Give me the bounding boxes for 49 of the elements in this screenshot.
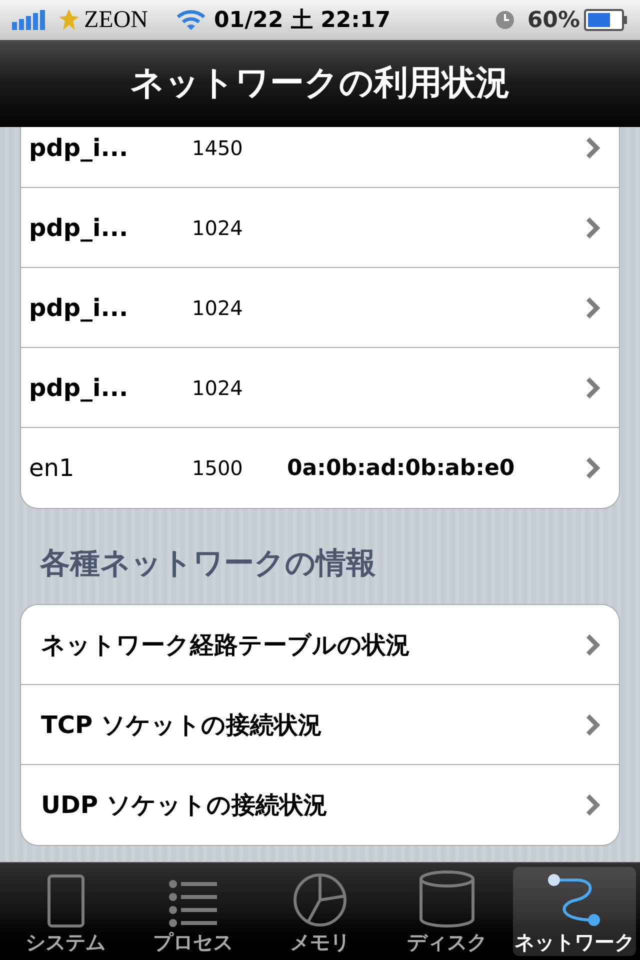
chevron-icon [585,376,601,400]
chevron-icon [585,216,601,240]
row-label: ネットワーク経路テーブルの状況 [41,630,411,660]
cylinder-icon [418,870,476,928]
tab-button[interactable]: メモリ [258,867,382,956]
row-label: TCP ソケットの接続状況 [41,710,323,740]
phone-icon [46,874,86,928]
signal-icon [12,10,46,30]
menu-row[interactable]: UDP ソケットの接続状況 [21,765,619,845]
tab-button[interactable]: ディスク [386,867,509,956]
interface-row[interactable]: pdp_i... 1450 [21,127,619,188]
battery-percent: 60% [527,6,580,34]
mtu-value: 1024 [192,374,244,402]
mtu-value: 1450 [192,134,244,162]
interface-row[interactable]: pdp_i... 1024 [21,268,619,348]
chevron-icon [585,632,601,656]
section-header: 各種ネットワークの情報 [38,545,377,583]
tab-button[interactable]: システム [4,867,128,956]
chevron-icon [585,456,601,480]
row-label: UDP ソケットの接続状況 [41,790,328,821]
mtu-value: 1024 [192,214,244,242]
menu-row[interactable]: ネットワーク経路テーブルの状況 [21,605,619,685]
interface-name: pdp_i... [29,292,130,324]
interface-name: pdp_i... [29,212,130,244]
tab-button[interactable]: ネットワーク [512,867,636,956]
pie-chart-icon [292,872,348,928]
list-icon [166,878,219,928]
chevron-icon [585,712,601,736]
interface-name: pdp_i... [29,372,130,404]
emblem-icon [58,8,80,32]
mtu-value: 1500 [192,455,244,482]
status-time: 01/22 土 22:17 [214,6,391,34]
chevron-icon [585,296,601,320]
clock-icon [495,10,516,30]
menu-row[interactable]: TCP ソケットの接続状況 [21,685,619,765]
mac-address: 0a:0b:ad:0b:ab:e0 [287,454,516,482]
tab-button[interactable]: プロセス [131,867,254,956]
nav-title: ネットワークの利用状況 [130,62,510,104]
interface-name: en1 [29,453,76,484]
interface-row[interactable]: pdp_i... 1024 [21,348,619,428]
battery-icon [584,9,628,31]
chevron-icon [585,136,601,160]
interface-name: pdp_i... [29,132,130,164]
interface-row[interactable]: en1 1500 0a:0b:ad:0b:ab:e0 [21,428,619,508]
chevron-icon [585,793,601,817]
wifi-icon [176,9,206,31]
interface-row[interactable]: pdp_i... 1024 [21,188,619,268]
carrier-name: ZEON [84,6,148,35]
mtu-value: 1024 [192,294,244,322]
